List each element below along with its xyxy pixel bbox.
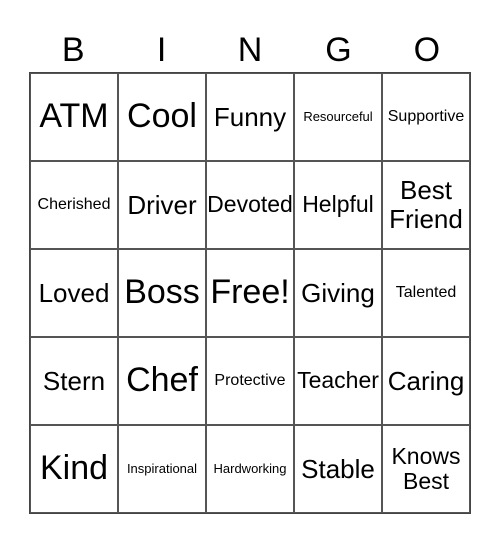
bingo-cell[interactable]: Cherished [30,161,118,249]
header-letter-b: B [61,31,85,69]
bingo-cell[interactable]: Stable [294,425,382,513]
bingo-cell[interactable]: Free! [206,249,294,337]
bingo-header: B I N G O [29,28,471,72]
header-letter-o: O [413,31,441,69]
bingo-cell[interactable]: Kind [30,425,118,513]
bingo-cell[interactable]: Teacher [294,337,382,425]
bingo-cell[interactable]: Driver [118,161,206,249]
bingo-cell[interactable]: Supportive [382,73,470,161]
header-letter-g: G [325,31,352,69]
bingo-cell[interactable]: Cool [118,73,206,161]
bingo-cell[interactable]: Hardworking [206,425,294,513]
bingo-cell[interactable]: Devoted [206,161,294,249]
bingo-cell[interactable]: Boss [118,249,206,337]
bingo-cell[interactable]: Best Friend [382,161,470,249]
bingo-cell[interactable]: Protective [206,337,294,425]
bingo-cell[interactable]: Resourceful [294,73,382,161]
bingo-cell[interactable]: Talented [382,249,470,337]
bingo-cell[interactable]: Giving [294,249,382,337]
bingo-cell[interactable]: Funny [206,73,294,161]
header-letter-i: I [156,31,167,69]
bingo-cell[interactable]: Chef [118,337,206,425]
header-letter-n: N [237,31,263,69]
bingo-cell[interactable]: Inspirational [118,425,206,513]
bingo-cell[interactable]: ATM [30,73,118,161]
bingo-cell[interactable]: Stern [30,337,118,425]
bingo-cell[interactable]: Caring [382,337,470,425]
bingo-cell[interactable]: Loved [30,249,118,337]
bingo-cell[interactable]: Knows Best [382,425,470,513]
bingo-cell[interactable]: Helpful [294,161,382,249]
bingo-grid: ATM Cool Funny Resourceful Supportive Cherish… [29,72,471,514]
